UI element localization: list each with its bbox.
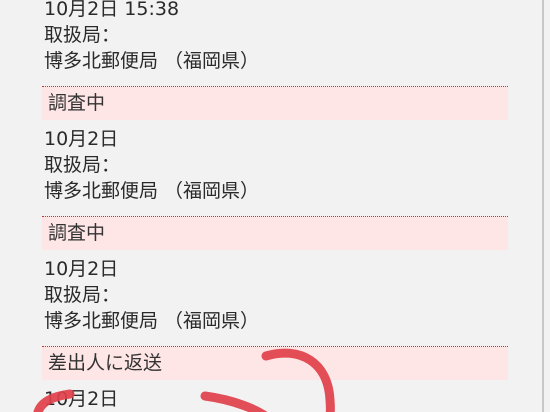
tracking-history-list: 10月2日 15:38 取扱局： 博多北郵便局 （福岡県） 調査中 10月2日 … (42, 0, 508, 412)
entry-1-date: 10月2日 15:38 (44, 0, 180, 20)
entry-4-date: 10月2日 (44, 388, 119, 410)
tracking-entry-1-details: 10月2日 15:38 取扱局： 博多北郵便局 （福岡県） (42, 0, 508, 86)
entry-4-status: 差出人に返送 (42, 346, 508, 380)
entry-3-office-label: 取扱局： (44, 284, 121, 306)
entry-3-office: 博多北郵便局 （福岡県） (44, 310, 260, 332)
entry-2-date: 10月2日 (44, 128, 119, 150)
entry-3-date: 10月2日 (44, 258, 119, 280)
scrollbar[interactable] (542, 0, 544, 412)
entry-3-status: 調査中 (42, 216, 508, 250)
entry-1-office: 博多北郵便局 （福岡県） (44, 50, 260, 72)
entry-2-office-label: 取扱局： (44, 154, 121, 176)
tracking-entry-3-details: 10月2日 取扱局： 博多北郵便局 （福岡県） (42, 250, 508, 346)
tracking-history-page: 10月2日 15:38 取扱局： 博多北郵便局 （福岡県） 調査中 10月2日 … (0, 0, 550, 412)
entry-2-status: 調査中 (42, 86, 508, 120)
tracking-entry-4-details: 10月2日 (42, 380, 508, 412)
entry-1-office-label: 取扱局： (44, 24, 121, 46)
tracking-entry-2-details: 10月2日 取扱局： 博多北郵便局 （福岡県） (42, 120, 508, 216)
entry-2-office: 博多北郵便局 （福岡県） (44, 180, 260, 202)
